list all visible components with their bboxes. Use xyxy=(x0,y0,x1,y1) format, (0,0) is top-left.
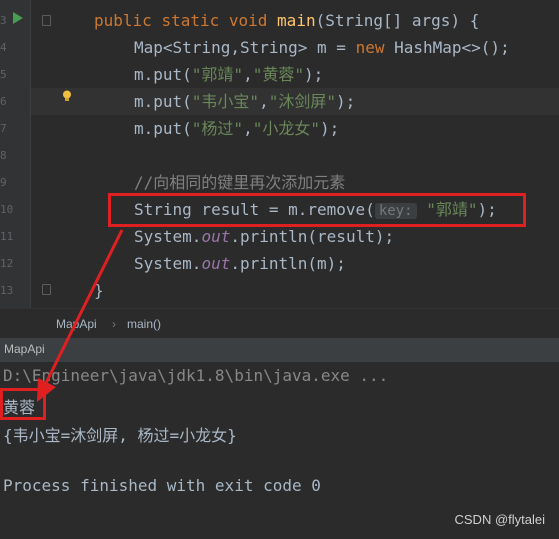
line-number: 12 xyxy=(0,257,14,270)
annotation-box-output xyxy=(0,388,46,420)
annotation-box-code xyxy=(108,193,526,227)
line-number: 4 xyxy=(0,41,7,54)
breadcrumb: MapApi › main() xyxy=(0,308,559,339)
code-line: System.out.println(m); xyxy=(134,254,346,273)
breadcrumb-method[interactable]: main() xyxy=(127,317,161,331)
run-tab[interactable]: MapApi xyxy=(0,338,49,364)
line-number: 9 xyxy=(0,176,7,189)
console-exit-message: Process finished with exit code 0 xyxy=(3,476,321,495)
code-editor[interactable]: 3 4 5 6 7 8 9 10 11 12 13 public static … xyxy=(0,0,559,308)
line-number: 6 xyxy=(0,95,7,108)
console-output-line: {韦小宝=沐剑屏, 杨过=小龙女} xyxy=(3,426,237,445)
code-line: m.put("杨过","小龙女"); xyxy=(134,119,340,138)
line-number: 13 xyxy=(0,284,14,297)
line-number: 11 xyxy=(0,230,14,243)
editor-gutter: 3 4 5 6 7 8 9 10 11 12 13 xyxy=(0,0,30,308)
line-number: 5 xyxy=(0,68,7,81)
run-panel-header: MapApi xyxy=(0,338,559,364)
code-line: public static void main(String[] args) { xyxy=(94,11,480,30)
code-line: m.put("郭靖","黄蓉"); xyxy=(134,65,324,84)
code-line: System.out.println(result); xyxy=(134,227,395,246)
run-icon[interactable] xyxy=(13,12,23,24)
code-line: Map<String,String> m = new HashMap<>(); xyxy=(134,38,510,57)
code-line: } xyxy=(94,281,104,300)
breadcrumb-separator: › xyxy=(112,317,116,331)
gutter-separator xyxy=(30,0,31,308)
line-number: 8 xyxy=(0,149,7,162)
lightbulb-icon[interactable] xyxy=(62,90,72,102)
code-comment: //向相同的键里再次添加元素 xyxy=(134,173,346,192)
line-number: 3 xyxy=(0,14,7,27)
fold-marker-icon[interactable] xyxy=(42,284,51,295)
fold-marker-icon[interactable] xyxy=(42,15,51,26)
line-number: 10 xyxy=(0,203,14,216)
line-number: 7 xyxy=(0,122,7,135)
code-line: m.put("韦小宝","沐剑屏"); xyxy=(134,92,356,111)
breadcrumb-class[interactable]: MapApi xyxy=(56,317,97,331)
console-command: D:\Engineer\java\jdk1.8\bin\java.exe ... xyxy=(3,366,389,385)
watermark: CSDN @flytalei xyxy=(454,512,546,527)
